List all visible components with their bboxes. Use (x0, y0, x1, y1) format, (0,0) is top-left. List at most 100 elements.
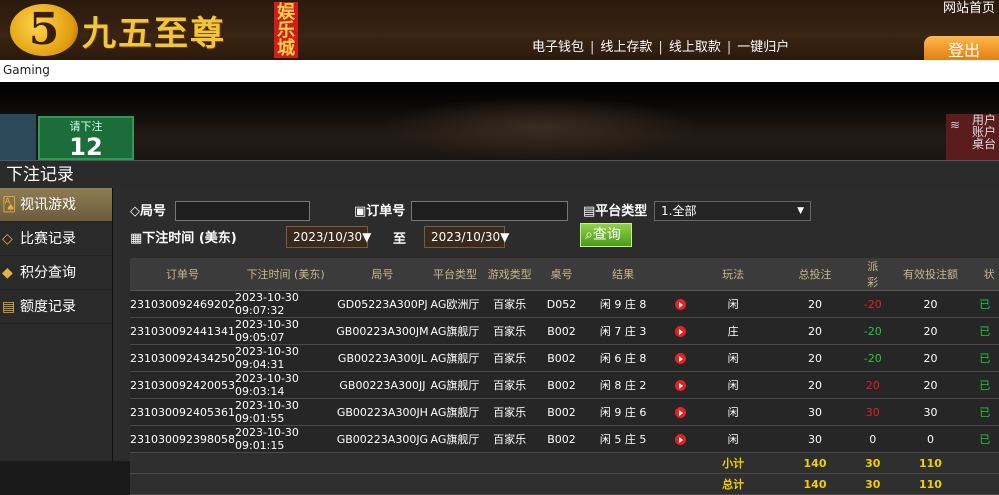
cell-table: B002 (537, 371, 586, 399)
cell-order: 231030092434250 (130, 344, 235, 372)
cell-time: 2023-10-30 09:01:15 (234, 425, 337, 453)
date-from-select[interactable]: 2023/10/30▼ (286, 226, 371, 248)
cell-bet: 30 (766, 425, 864, 453)
table-header-row: 订单号 下注时间 (美东) 局号 平台类型 游戏类型 桌号 结果 玩法 总投注 … (130, 258, 999, 291)
cell-play: 闲 (700, 290, 767, 318)
subtotal-label: 小计 (700, 452, 767, 474)
cell-status: 已 (979, 290, 999, 318)
cell-table: B002 (537, 425, 586, 453)
home-link[interactable]: 网站首页 (943, 0, 995, 16)
table-row: 231030092398058 2023-10-30 09:01:15 GB0022… (130, 425, 999, 453)
video-replay-cell (661, 290, 701, 318)
cell-order: 231030092398058 (130, 425, 235, 453)
cell-round: GB00223A300JL (336, 344, 429, 372)
cell-game: 百家乐 (481, 425, 538, 453)
cell-play: 闲 (700, 425, 767, 453)
cell-play: 闲 (700, 398, 767, 426)
cell-payout: -20 (863, 344, 882, 372)
total-label: 总计 (700, 473, 767, 495)
subtotal-bet: 140 (766, 452, 864, 474)
gaming-label: Gaming (0, 60, 999, 82)
cell-time: 2023-10-30 09:04:31 (234, 344, 337, 372)
total-valid: 110 (881, 473, 980, 495)
cell-result: 闲 9 庄 6 (585, 398, 662, 426)
section-title: 下注记录 (0, 160, 999, 188)
cell-status: 已 (979, 398, 999, 426)
cell-valid: 20 (881, 290, 980, 318)
cell-game: 百家乐 (481, 371, 538, 399)
nav-withdraw[interactable]: 线上取款 (669, 40, 721, 55)
play-icon[interactable] (675, 353, 687, 364)
cell-valid: 0 (881, 425, 980, 453)
document-icon: ▤ (2, 299, 16, 315)
order-input[interactable] (411, 201, 568, 221)
play-icon[interactable] (675, 326, 687, 337)
cell-payout: 0 (863, 425, 882, 453)
game-banner: 请下注 12 用户 账户 桌台 ≋ (0, 82, 999, 160)
logo-mark: 5 (10, 4, 78, 56)
bet-countdown: 12 (69, 133, 103, 160)
table-row: 231030092441341 2023-10-30 09:05:07 GB0022… (130, 317, 999, 345)
platform-select[interactable]: 1.全部 ▼ (654, 201, 811, 221)
round-label: ◇局号 (130, 204, 167, 219)
cell-valid: 20 (881, 371, 980, 399)
cell-platform: AG旗舰厅 (428, 344, 482, 372)
nav-deposit[interactable]: 线上存款 (600, 40, 652, 55)
sidebar-item-points[interactable]: ◆ 积分查询 (0, 256, 112, 290)
main-panel: ◇局号 ▣订单号 ▤平台类型 1.全部 ▼ ▦下注时间 (美东) 2023/10/… (113, 188, 999, 495)
cell-time: 2023-10-30 09:05:07 (234, 317, 337, 345)
play-icon[interactable] (675, 380, 687, 391)
total-payout: 30 (863, 473, 882, 495)
round-input[interactable] (175, 201, 310, 221)
cell-status: 已 (979, 317, 999, 345)
tag-icon: ◇ (2, 231, 13, 247)
logout-button[interactable]: 登出 (924, 36, 999, 62)
play-icon[interactable] (675, 299, 687, 310)
cell-game: 百家乐 (481, 317, 538, 345)
cell-platform: AG旗舰厅 (428, 398, 482, 426)
bet-prompt-card: 请下注 12 (38, 116, 134, 160)
cell-result: 闲 9 庄 8 (585, 290, 662, 318)
cell-game: 百家乐 (481, 344, 538, 372)
cell-order: 231030092441341 (130, 317, 235, 345)
table-row: 231030092469202 2023-10-30 09:07:32 GD0522… (130, 290, 999, 318)
cell-result: 闲 7 庄 3 (585, 317, 662, 345)
cell-payout: -20 (863, 317, 882, 345)
sidebar-item-credit-records[interactable]: ▤ 额度记录 (0, 290, 112, 324)
nav-wallet[interactable]: 电子钱包 (532, 40, 584, 55)
cell-platform: AG欧洲厅 (428, 290, 482, 318)
order-label: ▣订单号 (354, 204, 406, 219)
cell-platform: AG旗舰厅 (428, 425, 482, 453)
gem-icon: ◆ (2, 265, 13, 281)
cell-play: 闲 (700, 344, 767, 372)
cell-payout: 20 (863, 371, 882, 399)
bet-records-table: 订单号 下注时间 (美东) 局号 平台类型 游戏类型 桌号 结果 玩法 总投注 … (130, 258, 999, 495)
cell-bet: 20 (766, 344, 864, 372)
cell-valid: 20 (881, 344, 980, 372)
table-row: 231030092405361 2023-10-30 09:01:55 GB0022… (130, 398, 999, 426)
sidebar-item-live-games[interactable]: 🂡 视讯游戏 (0, 188, 112, 222)
cell-table: D052 (537, 290, 586, 318)
cell-bet: 20 (766, 290, 864, 318)
cell-valid: 20 (881, 317, 980, 345)
sidebar: 🂡 视讯游戏 ◇ 比赛记录 ◆ 积分查询 ▤ 额度记录 (0, 188, 113, 461)
cell-status: 已 (979, 371, 999, 399)
cell-valid: 30 (881, 398, 980, 426)
cell-payout: -20 (863, 290, 882, 318)
logo-text: 九五至尊 (82, 14, 226, 54)
nav-consolidate[interactable]: 一键归户 (737, 40, 789, 55)
video-replay-cell (661, 425, 701, 453)
cell-status: 已 (979, 344, 999, 372)
logo-subtitle: 娱乐城 (274, 2, 298, 58)
cell-bet: 30 (766, 398, 864, 426)
video-replay-cell (661, 317, 701, 345)
play-icon[interactable] (675, 407, 687, 418)
play-icon[interactable] (675, 434, 687, 445)
sidebar-item-match-records[interactable]: ◇ 比赛记录 (0, 222, 112, 256)
cell-time: 2023-10-30 09:03:14 (234, 371, 337, 399)
cell-result: 闲 5 庄 5 (585, 425, 662, 453)
query-button[interactable]: ⌕查询 (580, 223, 632, 247)
date-to-select[interactable]: 2023/10/30▼ (424, 226, 509, 248)
cell-bet: 20 (766, 317, 864, 345)
cell-result: 闲 6 庄 8 (585, 344, 662, 372)
